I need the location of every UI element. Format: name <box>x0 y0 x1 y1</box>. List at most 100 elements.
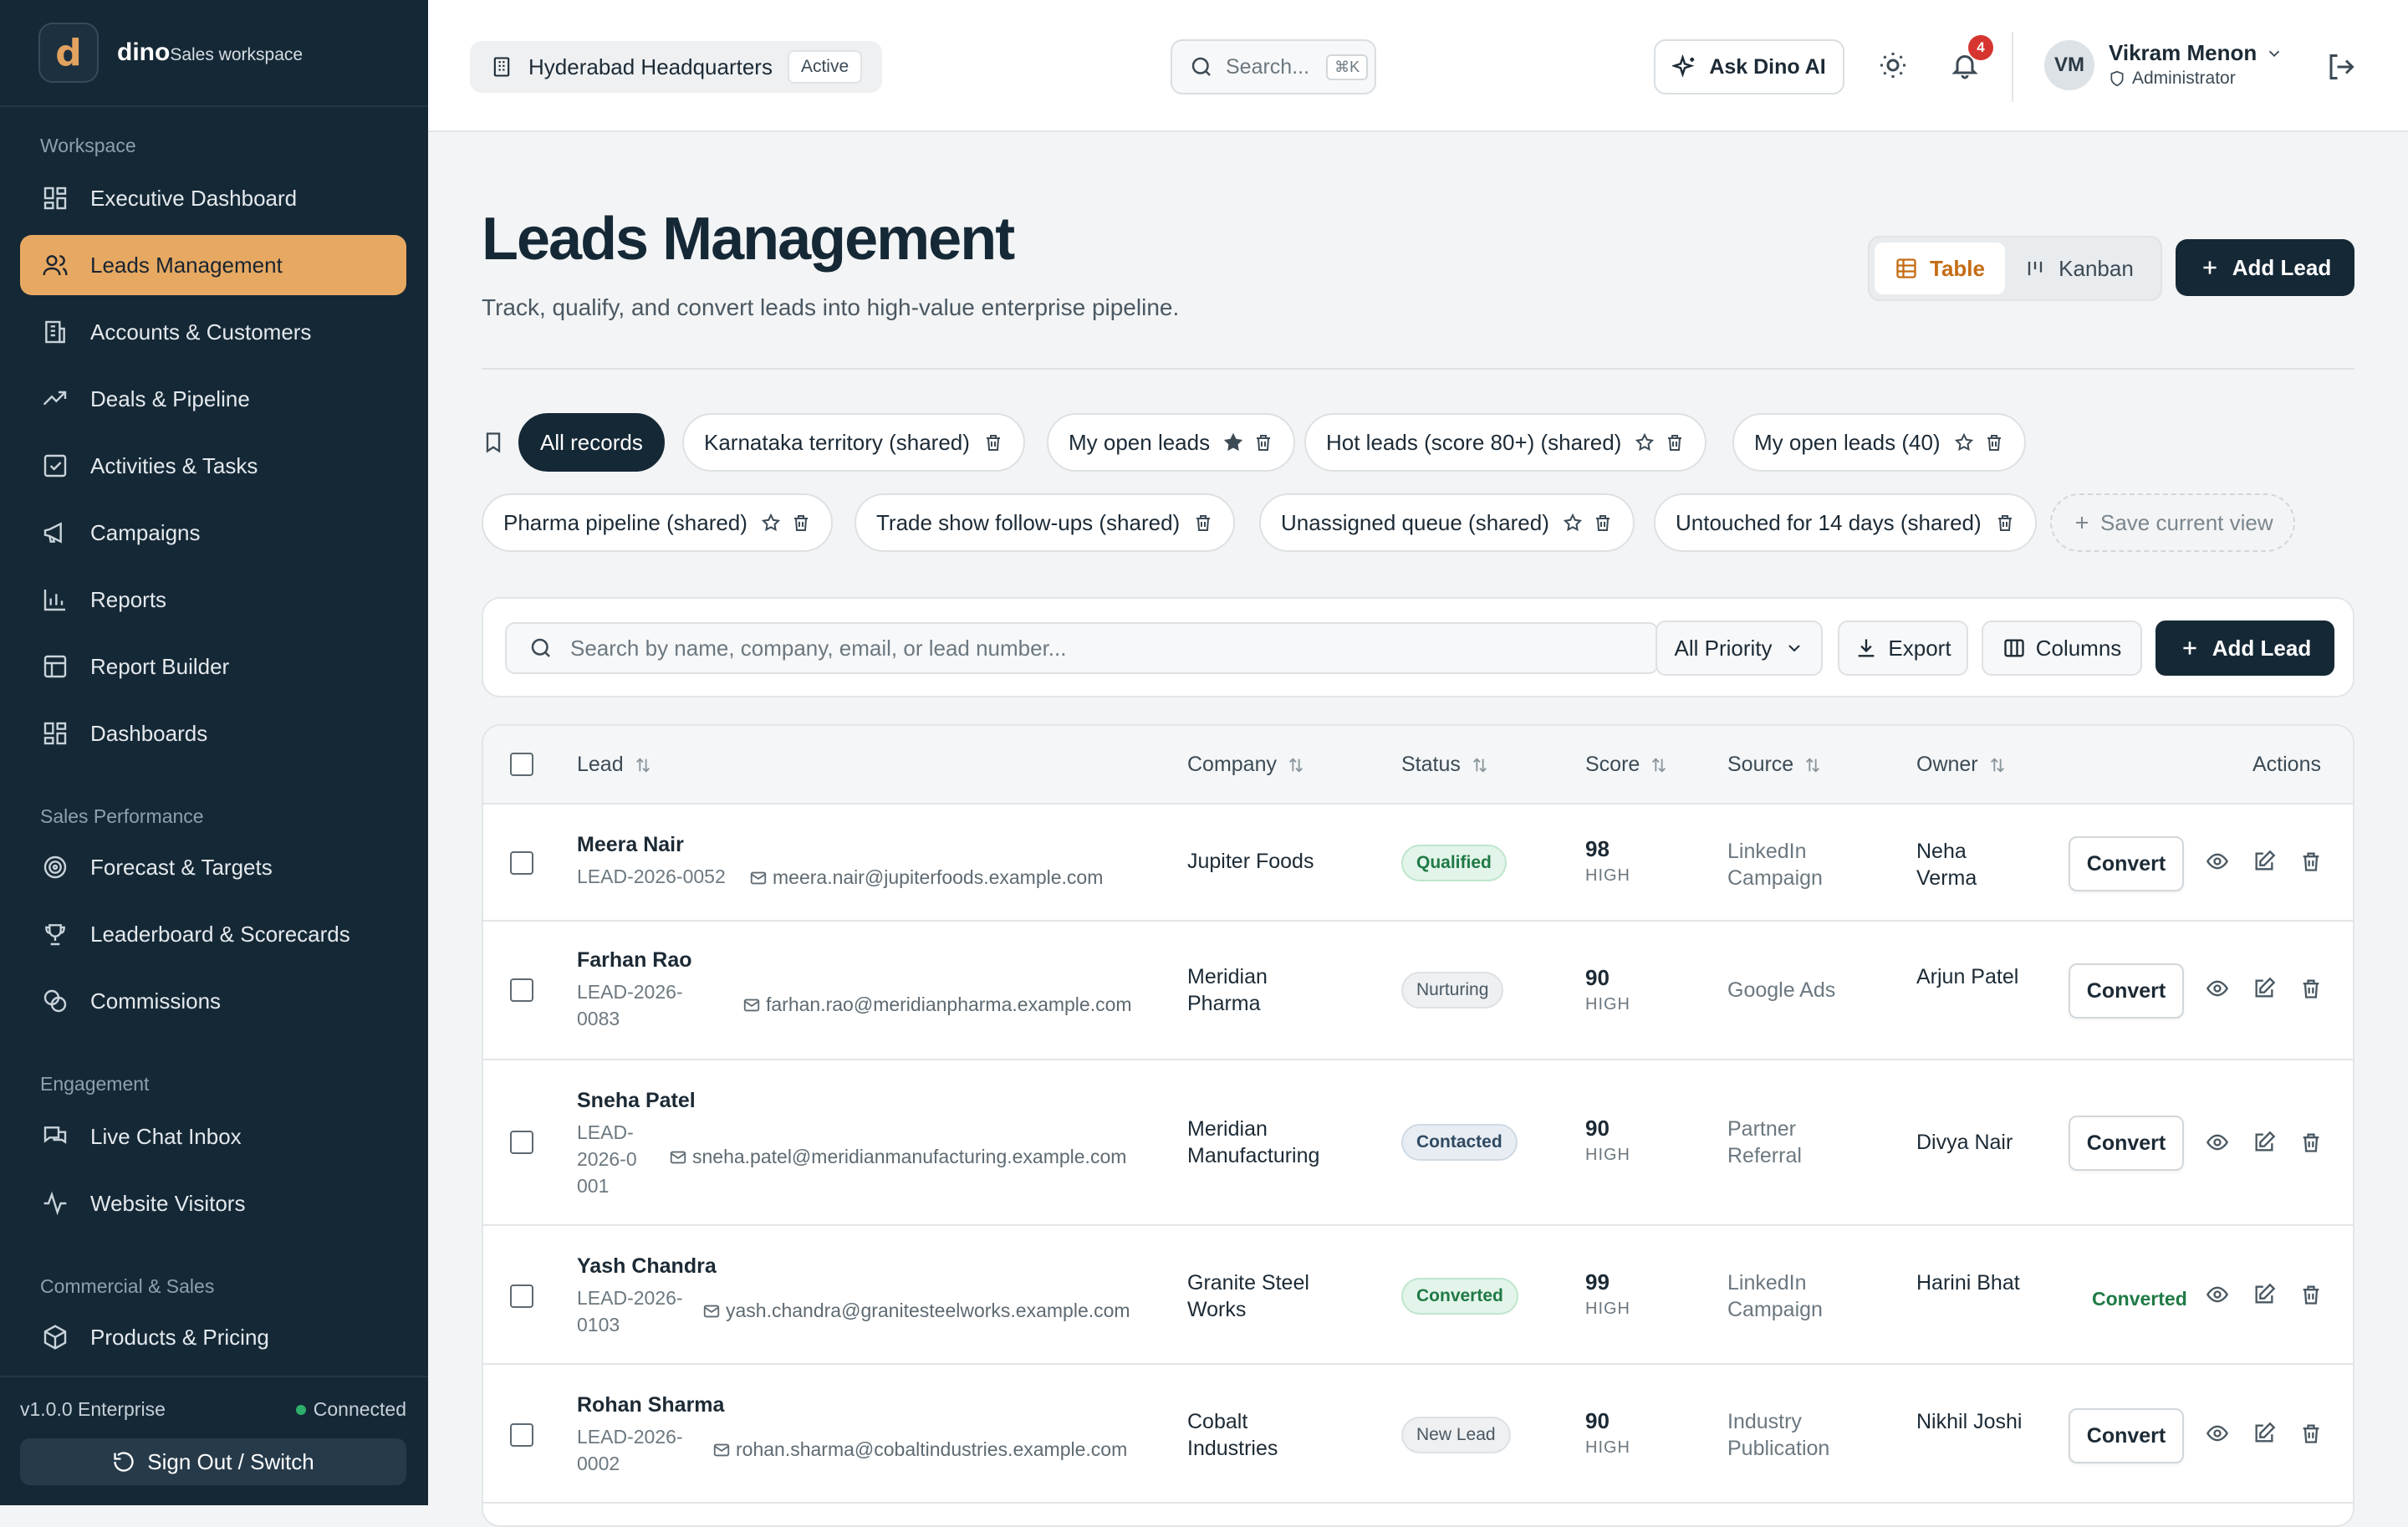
star-icon[interactable] <box>1954 432 1974 452</box>
column-header-status[interactable]: Status <box>1401 753 1489 777</box>
kanban-view-button[interactable]: Kanban <box>2005 243 2152 294</box>
sign-out-button[interactable]: Sign Out / Switch <box>20 1438 406 1485</box>
checkbox-icon <box>43 454 67 478</box>
brand[interactable]: d dinoSales workspace <box>38 23 303 83</box>
sidebar-item-website-visitors[interactable]: Website Visitors <box>20 1173 406 1233</box>
select-all-checkbox[interactable] <box>510 753 533 776</box>
eye-icon[interactable] <box>2206 977 2229 1000</box>
trash-icon[interactable] <box>791 513 811 533</box>
row-checkbox[interactable] <box>510 1131 533 1154</box>
trash-icon[interactable] <box>1193 513 1213 533</box>
lead-search-input[interactable]: Search by name, company, email, or lead … <box>505 622 1659 674</box>
eye-icon[interactable] <box>2206 1283 2229 1306</box>
columns-button[interactable]: Columns <box>1982 621 2142 676</box>
sidebar-item-report-builder[interactable]: Report Builder <box>20 636 406 697</box>
user-menu[interactable]: Vikram Menon <box>2109 40 2283 66</box>
lead-name[interactable]: Sneha Patel <box>577 1089 696 1113</box>
lead-name[interactable]: Farhan Rao <box>577 948 692 973</box>
eye-icon[interactable] <box>2206 1131 2229 1154</box>
sidebar-item-dashboards[interactable]: Dashboards <box>20 703 406 764</box>
convert-button[interactable]: Convert <box>2069 963 2184 1019</box>
priority-select[interactable]: All Priority <box>1656 621 1823 676</box>
sidebar-item-label: Website Visitors <box>90 1190 246 1216</box>
view-chip[interactable]: My open leads (40) <box>1732 413 2026 472</box>
trash-icon[interactable] <box>1995 513 2015 533</box>
column-header-source[interactable]: Source <box>1727 753 1822 777</box>
star-filled-icon[interactable] <box>1223 432 1243 452</box>
star-icon[interactable] <box>1635 432 1655 452</box>
view-chip[interactable]: Unassigned queue (shared) <box>1259 493 1635 552</box>
column-header-owner[interactable]: Owner <box>1916 753 2007 777</box>
sidebar-item-executive-dashboard[interactable]: Executive Dashboard <box>20 168 406 228</box>
row-checkbox[interactable] <box>510 978 533 1002</box>
table-view-button[interactable]: Table <box>1875 243 2005 294</box>
row-checkbox[interactable] <box>510 1284 533 1308</box>
global-search[interactable]: Search... ⌘K <box>1171 39 1376 94</box>
star-icon[interactable] <box>761 513 781 533</box>
sort-icon <box>1806 757 1820 773</box>
trash-icon[interactable] <box>1984 432 2004 452</box>
table-row[interactable]: Meera Nair LEAD-2026-0052 meera.nair@jup… <box>483 804 2353 922</box>
table-row[interactable]: Yash Chandra LEAD-2026-0103 yash.chandra… <box>483 1226 2353 1365</box>
view-chip[interactable]: Pharma pipeline (shared) <box>482 493 833 552</box>
avatar[interactable]: VM <box>2044 40 2094 90</box>
trash-icon[interactable] <box>2299 850 2323 873</box>
sidebar-item-accounts-customers[interactable]: Accounts & Customers <box>20 302 406 362</box>
star-icon[interactable] <box>1563 513 1583 533</box>
row-checkbox[interactable] <box>510 851 533 875</box>
eye-icon[interactable] <box>2206 850 2229 873</box>
export-button[interactable]: Export <box>1838 621 1968 676</box>
lead-name[interactable]: Meera Nair <box>577 833 684 857</box>
sun-icon[interactable] <box>1878 50 1908 80</box>
save-current-view-button[interactable]: Save current view <box>2050 493 2295 552</box>
view-chip-all-records[interactable]: All records <box>518 413 665 472</box>
sidebar-item-label: Deals & Pipeline <box>90 386 250 411</box>
add-lead-button[interactable]: Add Lead <box>2155 621 2334 676</box>
add-lead-button[interactable]: Add Lead <box>2176 239 2354 296</box>
lead-name[interactable]: Yash Chandra <box>577 1254 717 1279</box>
location-selector[interactable]: Hyderabad Headquarters Active <box>470 41 883 93</box>
trash-icon[interactable] <box>1665 432 1685 452</box>
column-header-lead[interactable]: Lead <box>577 753 652 777</box>
sidebar-item-forecast-targets[interactable]: Forecast & Targets <box>20 837 406 897</box>
logout-icon[interactable] <box>2326 52 2356 82</box>
eye-icon[interactable] <box>2206 1422 2229 1445</box>
column-header-score[interactable]: Score <box>1585 753 1668 777</box>
edit-icon[interactable] <box>2252 850 2276 873</box>
sidebar-item-leaderboard-scorecards[interactable]: Leaderboard & Scorecards <box>20 904 406 964</box>
trash-icon[interactable] <box>2299 977 2323 1000</box>
row-checkbox[interactable] <box>510 1423 533 1447</box>
convert-button[interactable]: Convert <box>2069 1116 2184 1171</box>
view-chip[interactable]: Hot leads (score 80+) (shared) <box>1304 413 1707 472</box>
lead-name[interactable]: Rohan Sharma <box>577 1393 724 1417</box>
table-row[interactable]: Rohan Sharma LEAD-2026-0002 rohan.sharma… <box>483 1365 2353 1504</box>
sidebar-item-live-chat-inbox[interactable]: Live Chat Inbox <box>20 1106 406 1167</box>
table-row[interactable]: Sneha Patel LEAD-2026-0001 sneha.patel@m… <box>483 1060 2353 1226</box>
edit-icon[interactable] <box>2252 977 2276 1000</box>
trash-icon[interactable] <box>1593 513 1613 533</box>
sidebar-item-leads-management[interactable]: Leads Management <box>20 235 406 295</box>
sidebar-item-deals-pipeline[interactable]: Deals & Pipeline <box>20 369 406 429</box>
view-chip[interactable]: Trade show follow-ups (shared) <box>855 493 1236 552</box>
trash-icon[interactable] <box>2299 1283 2323 1306</box>
trash-icon[interactable] <box>1253 432 1273 452</box>
column-header-company[interactable]: Company <box>1187 753 1305 777</box>
ask-ai-button[interactable]: Ask Dino AI <box>1654 39 1844 94</box>
convert-button[interactable]: Convert <box>2069 836 2184 891</box>
trash-icon[interactable] <box>2299 1422 2323 1445</box>
view-chip[interactable]: Untouched for 14 days (shared) <box>1654 493 2037 552</box>
convert-button[interactable]: Convert <box>2069 1408 2184 1463</box>
edit-icon[interactable] <box>2252 1283 2276 1306</box>
sidebar-item-activities-tasks[interactable]: Activities & Tasks <box>20 436 406 496</box>
edit-icon[interactable] <box>2252 1131 2276 1154</box>
edit-icon[interactable] <box>2252 1422 2276 1445</box>
sidebar-item-commissions[interactable]: Commissions <box>20 971 406 1031</box>
sidebar-item-reports[interactable]: Reports <box>20 569 406 630</box>
table-row[interactable]: Farhan Rao LEAD-2026-0083 farhan.rao@mer… <box>483 922 2353 1060</box>
sidebar-item-products-pricing[interactable]: Products & Pricing <box>20 1307 406 1367</box>
trash-icon[interactable] <box>983 432 1003 452</box>
sidebar-item-campaigns[interactable]: Campaigns <box>20 503 406 563</box>
view-chip[interactable]: My open leads <box>1047 413 1296 472</box>
view-chip[interactable]: Karnataka territory (shared) <box>682 413 1025 472</box>
trash-icon[interactable] <box>2299 1131 2323 1154</box>
